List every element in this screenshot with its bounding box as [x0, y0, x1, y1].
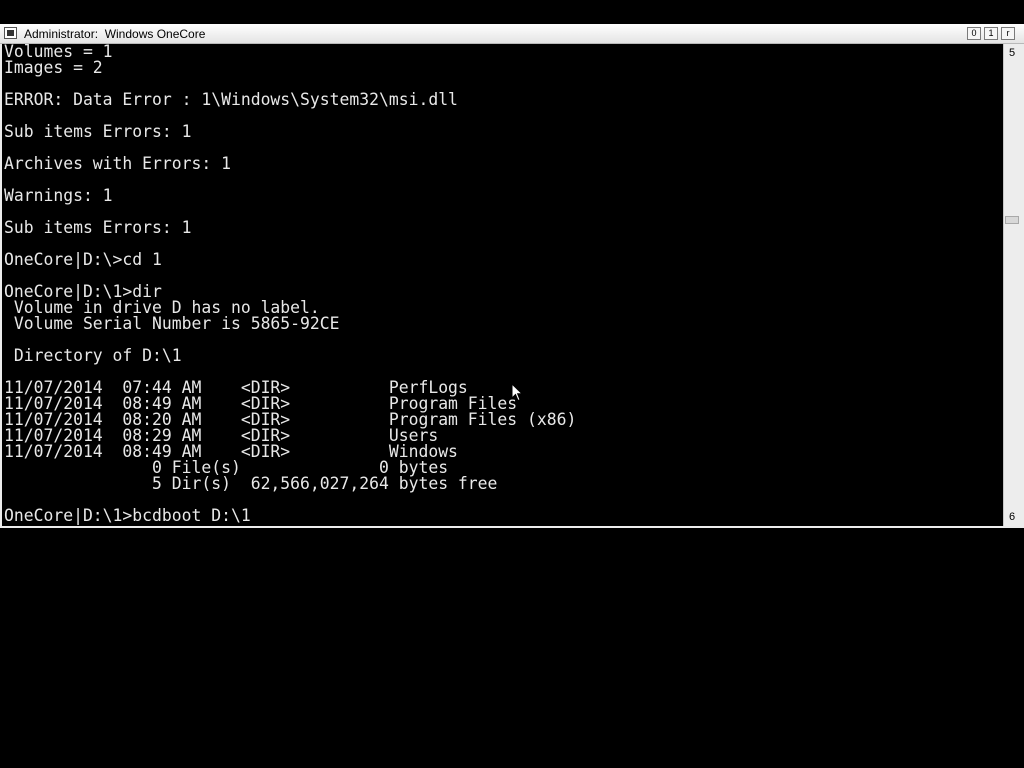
- scroll-thumb[interactable]: [1005, 216, 1019, 224]
- maximize-button[interactable]: 1: [984, 27, 998, 40]
- window-title: Administrator: Windows OneCore: [24, 27, 206, 41]
- console-line: Volume Serial Number is 5865-92CE: [4, 314, 340, 333]
- console-app-icon[interactable]: [4, 27, 17, 39]
- console-line: Sub items Errors: 1: [4, 218, 192, 237]
- console-line: 5 Dir(s) 62,566,027,264 bytes free: [4, 474, 498, 493]
- console-window[interactable]: Administrator: Windows OneCore 0 1 r Vol…: [0, 24, 1024, 528]
- console-line: Directory of D:\1: [4, 346, 182, 365]
- scroll-up-button[interactable]: 5: [1005, 45, 1019, 61]
- console-output-area[interactable]: Volumes = 1 Images = 2 ERROR: Data Error…: [2, 44, 1003, 526]
- close-button[interactable]: r: [1001, 27, 1015, 40]
- console-line: ERROR: Data Error : 1\Windows\System32\m…: [4, 90, 458, 109]
- title-bar[interactable]: Administrator: Windows OneCore 0 1 r: [0, 24, 1024, 44]
- scroll-down-button[interactable]: 6: [1005, 509, 1019, 525]
- console-line: Images = 2: [4, 58, 103, 77]
- mouse-pointer-icon: [511, 383, 523, 402]
- console-line: Sub items Errors: 1: [4, 122, 192, 141]
- minimize-button[interactable]: 0: [967, 27, 981, 40]
- console-text: Volumes = 1 Images = 2 ERROR: Data Error…: [4, 44, 576, 524]
- vertical-scrollbar[interactable]: 5 6: [1003, 44, 1020, 526]
- console-line: OneCore|D:\>cd 1: [4, 250, 162, 269]
- console-line: Archives with Errors: 1: [4, 154, 231, 173]
- console-line: Warnings: 1: [4, 186, 113, 205]
- console-line: OneCore|D:\1>bcdboot D:\1: [4, 506, 251, 525]
